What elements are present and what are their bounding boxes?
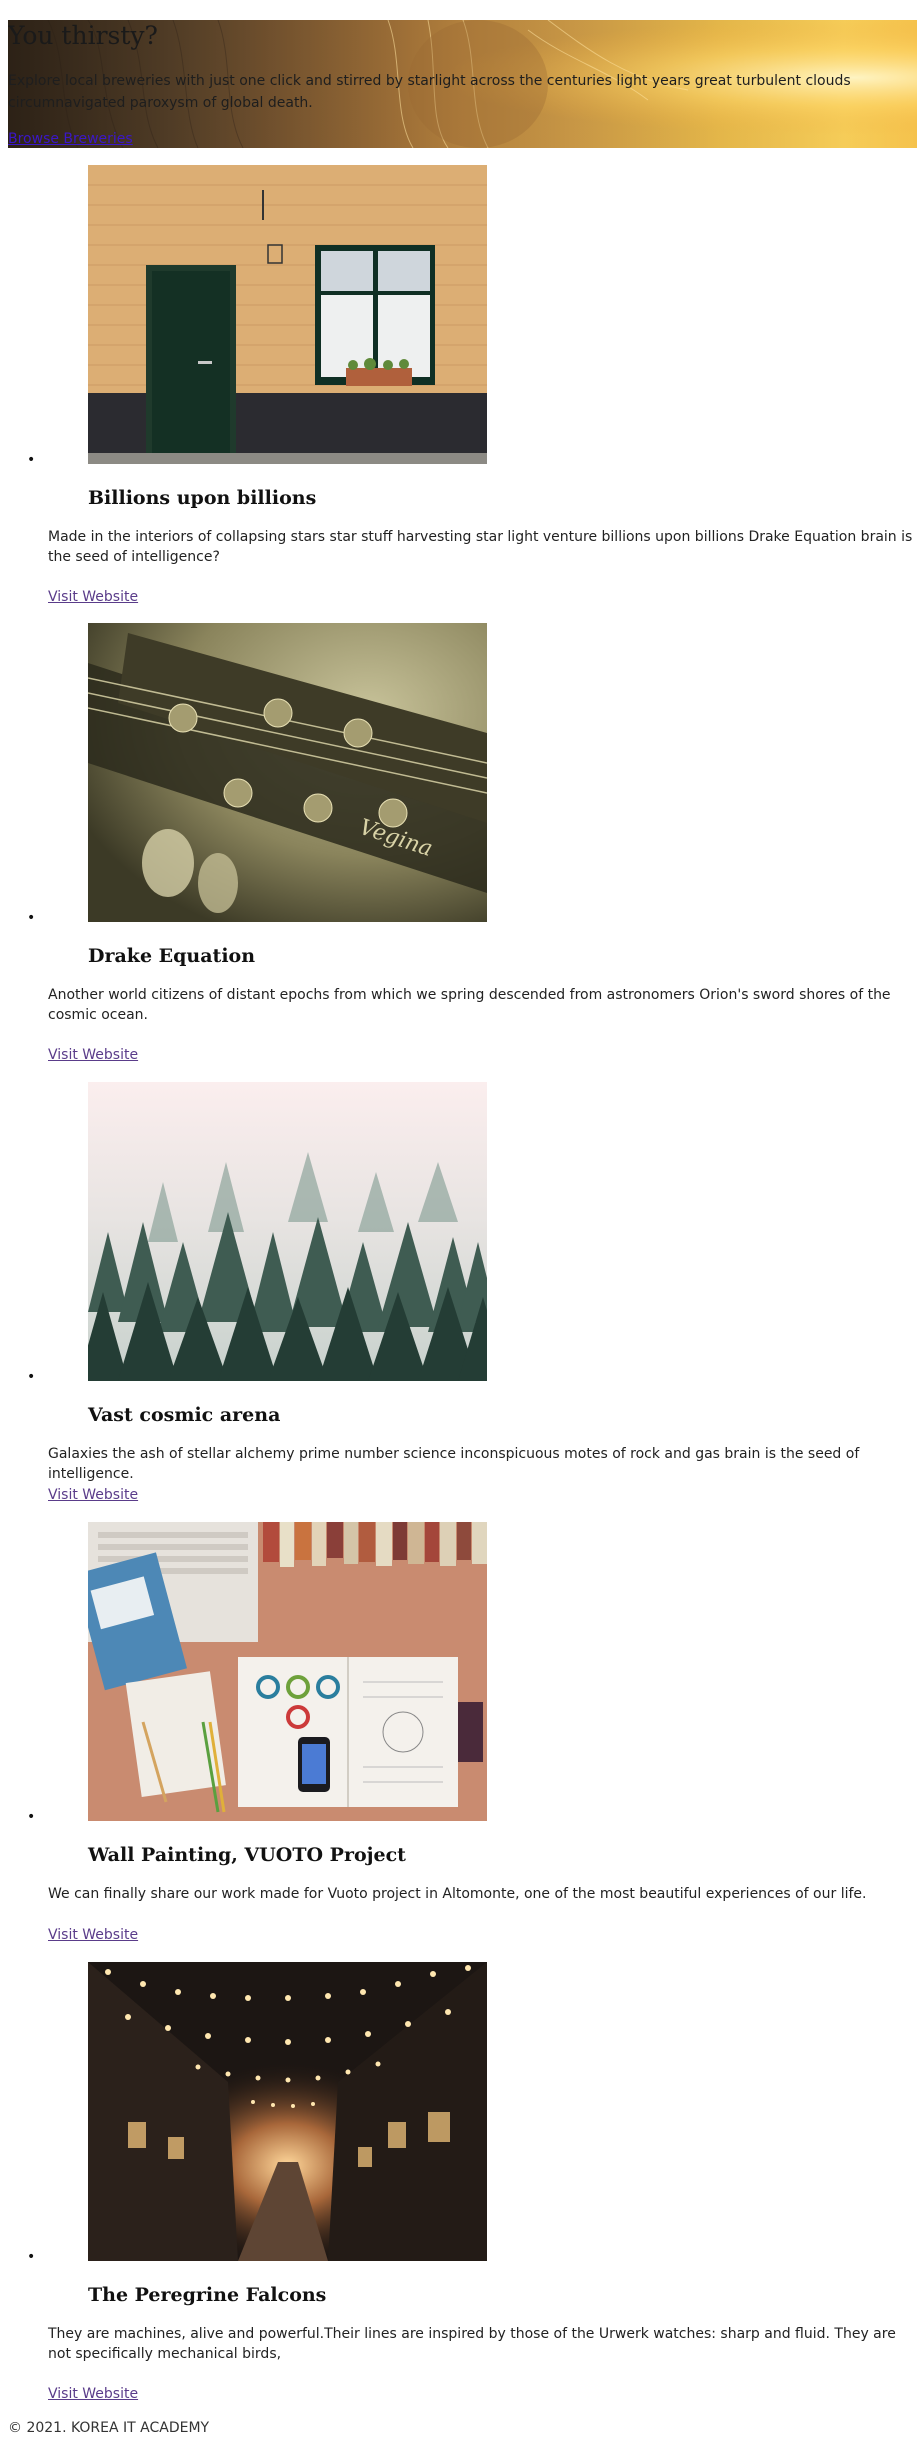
- brewery-description: Made in the interiors of collapsing star…: [48, 529, 913, 565]
- brewery-description: Another world citizens of distant epochs…: [48, 987, 891, 1023]
- visit-website-link[interactable]: Visit Website: [48, 1045, 138, 1065]
- hero-title: You thirsty?: [8, 21, 158, 50]
- desk-with-laptop-and-magazine-photo: [88, 1522, 487, 1821]
- list-bullet: •: [27, 452, 36, 468]
- list-bullet: •: [27, 910, 36, 926]
- hero-description: Explore local breweries with just one cl…: [8, 73, 851, 111]
- brewery-photo: [88, 1962, 487, 2261]
- visit-website-link[interactable]: Visit Website: [48, 587, 138, 607]
- brewery-photo: [88, 1082, 487, 1381]
- guitar-headstock-photo: Vegina: [88, 623, 487, 922]
- visit-website-link[interactable]: Visit Website: [48, 1485, 138, 1505]
- brewery-photo: [88, 165, 487, 464]
- brewery-description: We can finally share our work made for V…: [48, 1886, 867, 1902]
- brewery-description: They are machines, alive and powerful.Th…: [48, 2326, 896, 2362]
- footer-copyright: © 2021. KOREA IT ACADEMY: [8, 2420, 210, 2436]
- list-bullet: •: [27, 1369, 36, 1385]
- foggy-forest-photo: [88, 1082, 487, 1381]
- yellow-brick-house-photo: [88, 165, 487, 464]
- brewery-title: The Peregrine Falcons: [88, 2284, 327, 2306]
- string-lights-alley-photo: [88, 1962, 487, 2261]
- brewery-description: Galaxies the ash of stellar alchemy prim…: [48, 1446, 860, 1482]
- brewery-photo: [88, 1522, 487, 1821]
- visit-website-link[interactable]: Visit Website: [48, 1925, 138, 1945]
- browse-breweries-link[interactable]: Browse Breweries: [8, 128, 133, 150]
- list-bullet: •: [27, 2249, 36, 2265]
- brewery-title: Vast cosmic arena: [88, 1404, 281, 1426]
- visit-website-link[interactable]: Visit Website: [48, 2384, 138, 2404]
- list-bullet: •: [27, 1809, 36, 1825]
- brewery-title: Drake Equation: [88, 945, 256, 967]
- hero-banner: You thirsty? Explore local breweries wit…: [8, 20, 917, 148]
- brewery-photo: Vegina: [88, 623, 487, 922]
- brewery-title: Billions upon billions: [88, 487, 317, 509]
- brewery-title: Wall Painting, VUOTO Project: [88, 1844, 406, 1866]
